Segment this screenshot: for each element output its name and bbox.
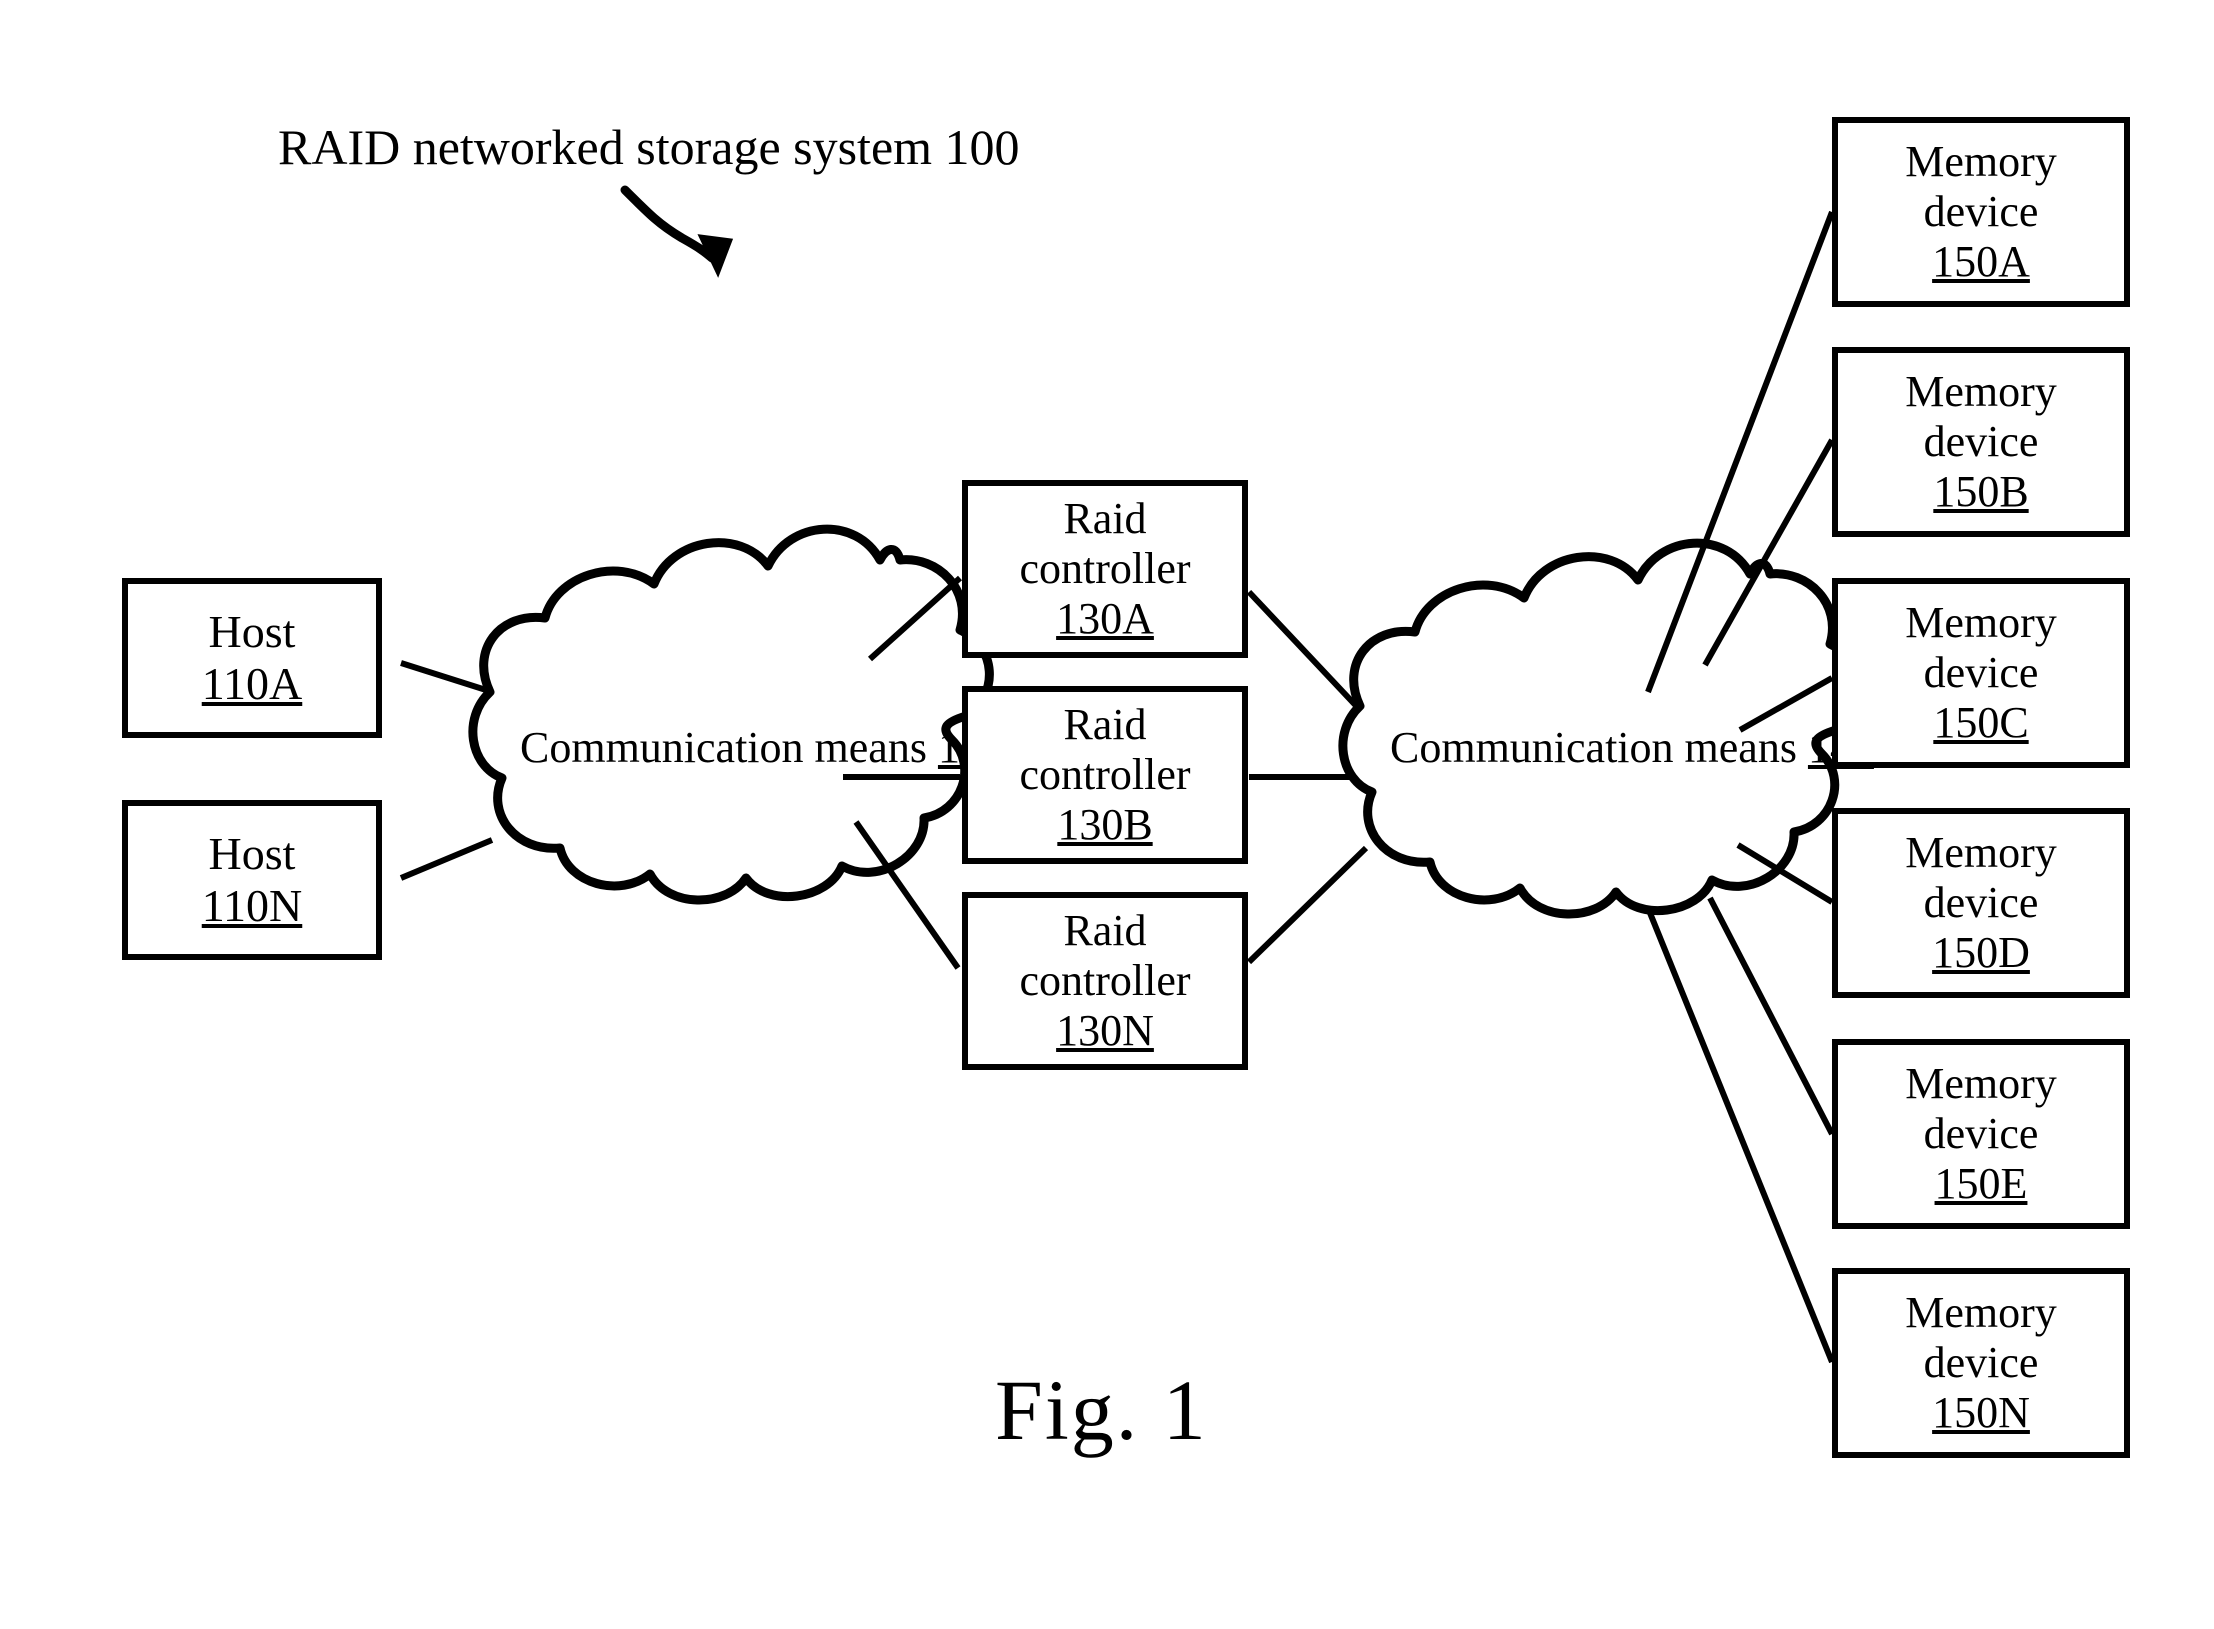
mem-150b-line1: Memory <box>1905 366 2057 416</box>
raid-controller-130n-box[interactable]: Raid controller 130N <box>962 892 1248 1070</box>
ctrl-130n-line1: Raid <box>1063 905 1147 955</box>
cloud-120-outline <box>468 524 994 905</box>
curved-arrow-icon <box>620 185 734 278</box>
mem-150d-ref: 150D <box>1932 928 2030 978</box>
memory-device-150n-box[interactable]: Memory device 150N <box>1832 1268 2130 1458</box>
mem-150a-line2: device <box>1923 186 2039 236</box>
cloud-140-line1: Communication <box>1390 723 1674 772</box>
mem-150a-ref: 150A <box>1932 237 2030 287</box>
host-110n-ref: 110N <box>201 880 303 931</box>
raid-controller-130b-box[interactable]: Raid controller 130B <box>962 686 1248 864</box>
mem-150e-line1: Memory <box>1905 1058 2057 1108</box>
memory-device-150c-box[interactable]: Memory device 150C <box>1832 578 2130 768</box>
mem-150n-ref: 150N <box>1932 1388 2030 1438</box>
raid-controller-130a-box[interactable]: Raid controller 130A <box>962 480 1248 658</box>
host-110a-box[interactable]: Host 110A <box>122 578 382 738</box>
mem-150d-line1: Memory <box>1905 827 2057 877</box>
cloud-120-line2-prefix: means <box>814 723 938 772</box>
host-110a-ref: 110A <box>201 658 303 709</box>
ctrl-130n-ref: 130N <box>1056 1006 1154 1056</box>
figure-caption: Fig. 1 <box>995 1362 1208 1458</box>
memory-device-150a-box[interactable]: Memory device 150A <box>1832 117 2130 307</box>
link-cloud140-mem150n <box>1645 906 1835 1364</box>
mem-150b-line2: device <box>1923 416 2039 466</box>
mem-150a-line1: Memory <box>1905 136 2057 186</box>
link-host110a-cloud120 <box>400 660 487 693</box>
ctrl-130a-ref: 130A <box>1056 594 1154 644</box>
memory-device-150e-box[interactable]: Memory device 150E <box>1832 1039 2130 1229</box>
mem-150n-line2: device <box>1923 1337 2039 1387</box>
mem-150d-line2: device <box>1923 877 2039 927</box>
host-110n-box[interactable]: Host 110N <box>122 800 382 960</box>
mem-150c-line2: device <box>1923 647 2039 697</box>
ctrl-130a-line1: Raid <box>1063 493 1147 543</box>
mem-150e-ref: 150E <box>1934 1159 2028 1209</box>
figure-title: RAID networked storage system 100 <box>278 119 1020 175</box>
link-cloud120-ctrl130a <box>867 575 963 662</box>
ctrl-130b-line1: Raid <box>1063 699 1147 749</box>
memory-device-150b-box[interactable]: Memory device 150B <box>1832 347 2130 537</box>
host-110n-label: Host <box>208 827 296 879</box>
communication-means-140-label: Communication means 140 <box>1390 722 1874 775</box>
link-host110n-cloud120 <box>399 837 494 881</box>
link-cloud120-ctrl130n <box>853 820 961 970</box>
link-ctrl130a-cloud140 <box>1246 589 1363 713</box>
patent-figure: RAID networked storage system 100 Host 1… <box>0 0 2214 1629</box>
link-cloud140-mem150a <box>1645 210 1835 694</box>
link-ctrl130n-cloud140 <box>1246 845 1369 965</box>
ctrl-130b-ref: 130B <box>1057 800 1153 850</box>
mem-150n-line1: Memory <box>1905 1287 2057 1337</box>
link-cloud140-mem150b <box>1702 438 1835 667</box>
link-cloud140-mem150d <box>1736 842 1834 905</box>
cloud-120-line1: Communication <box>520 723 804 772</box>
mem-150b-ref: 150B <box>1933 467 2029 517</box>
ctrl-130n-line2: controller <box>1019 955 1191 1005</box>
mem-150c-line1: Memory <box>1905 597 2057 647</box>
mem-150c-ref: 150C <box>1933 698 2029 748</box>
host-110a-label: Host <box>208 605 296 657</box>
ctrl-130a-line2: controller <box>1019 543 1191 593</box>
ctrl-130b-line2: controller <box>1019 749 1191 799</box>
memory-device-150d-box[interactable]: Memory device 150D <box>1832 808 2130 998</box>
mem-150e-line2: device <box>1923 1108 2039 1158</box>
cloud-140-line2-prefix: means <box>1684 723 1808 772</box>
link-cloud140-mem150e <box>1707 896 1835 1136</box>
communication-means-120-label: Communication means 120 <box>520 722 1004 775</box>
